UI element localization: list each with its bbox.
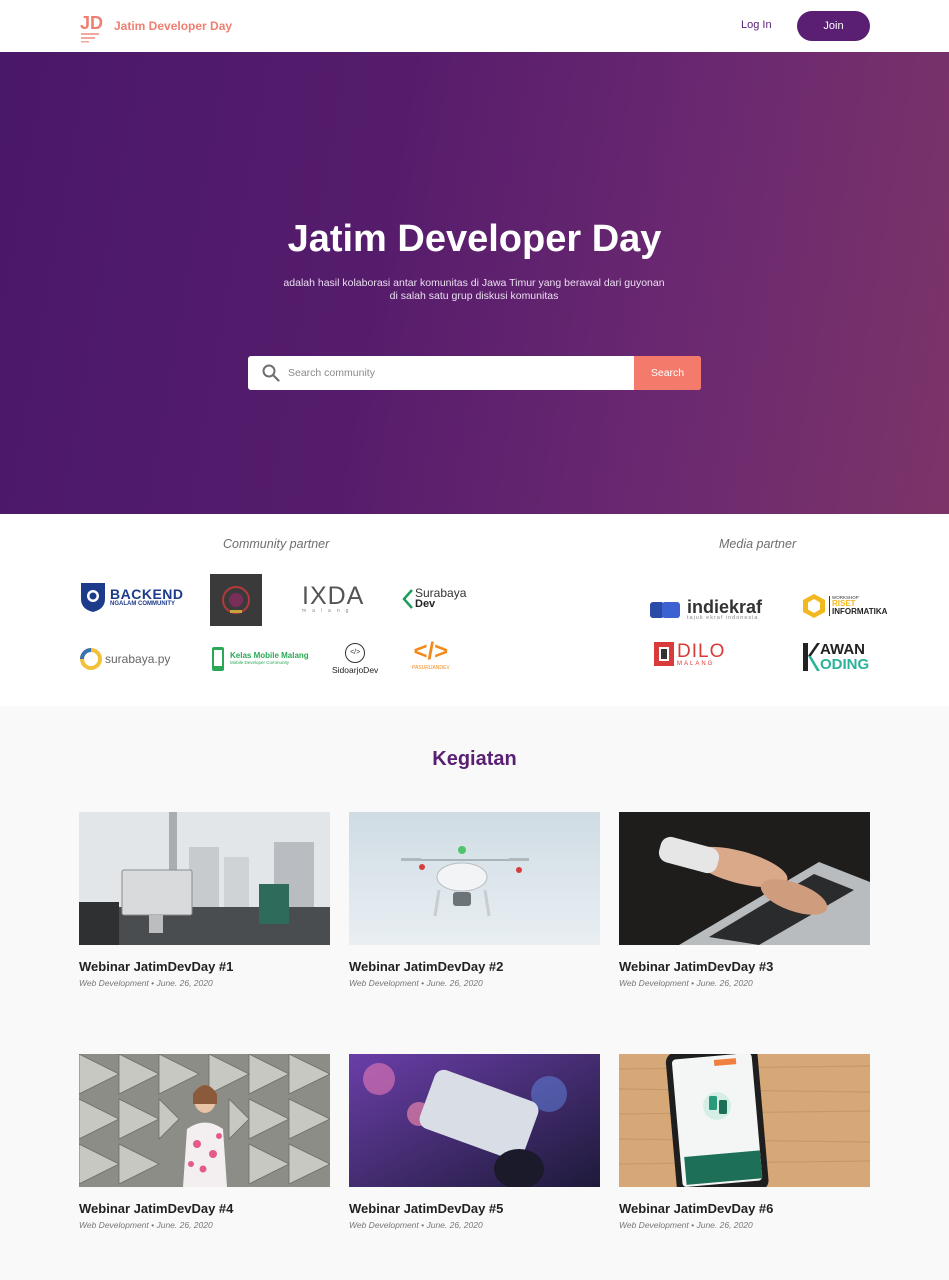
hero-subtitle: adalah hasil kolaborasi antar komunitas … [274,277,674,303]
event-meta: Web Development • June. 26, 2020 [619,1220,753,1230]
phone-icon [212,647,224,671]
kawan-koding-logo[interactable]: AWAN ODING [802,642,869,672]
indiekraf-icon [650,601,680,618]
kegiatan-title: Kegiatan [432,748,517,770]
kawan-logo-text: AWAN [820,641,865,658]
search-input[interactable] [288,356,633,390]
code-brackets-icon: </> [413,638,449,665]
sidoarjo-dev-logo-text: SidoarjoDev [332,665,379,675]
event-meta: Web Development • June. 26, 2020 [79,978,213,988]
join-button[interactable]: Join [797,11,870,41]
hexagon-icon [803,594,825,618]
event-meta: Web Development • June. 26, 2020 [79,1220,213,1230]
event-title[interactable]: Webinar JatimDevDay #2 [349,959,600,974]
code-icon: </> [345,643,366,663]
search-button[interactable]: Search [634,356,701,390]
event-title[interactable]: Webinar JatimDevDay #1 [79,959,330,974]
hero-title: Jatim Developer Day [287,218,662,260]
hero-subtitle-line-2: di salah satu grup diskusi komunitas [389,290,559,302]
ixda-malang-logo[interactable]: IXDA malang [302,584,364,614]
brand-name: Jatim Developer Day [114,19,233,33]
event-thumbnail-office[interactable] [79,812,330,945]
login-link[interactable]: Log In [741,19,772,31]
surabaya-dev-logo[interactable]: Surabaya Dev [402,587,466,610]
event-thumbnail-phone-bokeh[interactable] [349,1054,600,1187]
chevron-left-icon [402,588,413,609]
event-thumbnail-drone[interactable] [349,812,600,945]
event-meta: Web Development • June. 26, 2020 [349,1220,483,1230]
indiekraf-logo-text: indiekraf [687,597,763,617]
event-card[interactable]: Webinar JatimDevDay #2 Web Development •… [349,812,600,988]
event-meta: Web Development • June. 26, 2020 [349,978,483,988]
kelas-mobile-malang-logo[interactable]: Kelas Mobile Malang Mobile Developer Com… [210,646,309,672]
indiekraf-logo[interactable]: indiekraf tajuk ekraf indonesia [650,598,762,622]
search-bar: Search [248,356,701,390]
event-card[interactable]: Webinar JatimDevDay #3 Web Development •… [619,812,870,988]
event-title[interactable]: Webinar JatimDevDay #3 [619,959,870,974]
hero-subtitle-line-1: adalah hasil kolaborasi antar komunitas … [283,277,665,289]
event-thumbnail-phone-wood[interactable] [619,1054,870,1187]
backend-logo-text: BACKEND [110,586,184,602]
dilo-logo-text: DILO [677,640,726,662]
informatika-logo-text: INFORMATIKA [832,607,888,617]
event-meta: Web Development • June. 26, 2020 [619,978,753,988]
event-title[interactable]: Webinar JatimDevDay #6 [619,1201,870,1216]
backend-ngalam-logo[interactable]: BACKEND NGALAM COMMUNITY [79,581,184,613]
partners-section: Community partner Media partner BACKEND … [0,514,949,706]
backend-logo-subtext: NGALAM COMMUNITY [110,601,175,607]
brand-logo[interactable]: JD Jatim Developer Day [79,9,232,43]
jd-logo-icon: JD [79,9,105,43]
surabaya-py-logo[interactable]: surabaya.py [80,648,170,670]
emblem-icon [222,586,250,614]
surabaya-py-logo-text: surabaya.py [105,652,171,666]
event-thumbnail-person[interactable] [79,1054,330,1187]
koding-logo-text: ODING [820,656,870,673]
event-title[interactable]: Webinar JatimDevDay #5 [349,1201,600,1216]
hero-section: Jatim Developer Day adalah hasil kolabor… [0,52,949,514]
pasuruan-dev-logo[interactable]: </> PASURUANDEV [412,638,450,672]
k-letter-icon [803,643,820,671]
lion-icon [81,583,105,612]
top-navbar: JD Jatim Developer Day Log In Join [0,0,949,52]
event-card[interactable]: Webinar JatimDevDay #4 Web Development •… [79,1054,330,1230]
dilo-malang-logo[interactable]: DILO MALANG [653,641,725,667]
python-icon [80,648,102,670]
event-card[interactable]: Webinar JatimDevDay #1 Web Development •… [79,812,330,988]
dilo-icon [654,642,674,666]
ixda-logo-text: IXDA [302,582,365,610]
svg-text:JD: JD [80,13,103,33]
media-partner-title: Media partner [719,537,797,551]
surabaya-dev-logo-subtext: Dev [415,598,436,610]
kelas-mobile-logo-subtext: Mobile Developer Community [230,659,290,665]
event-card[interactable]: Webinar JatimDevDay #6 Web Development •… [619,1054,870,1230]
community-partner-title: Community partner [223,537,330,551]
sidoarjo-dev-logo[interactable]: </> SidoarjoDev [332,643,378,675]
kegiatan-section: Kegiatan Webinar JatimDevDay #1 Web Deve… [0,706,949,1280]
workshop-riset-informatika-logo[interactable]: WORKSHOP RISET INFORMATIKA [802,593,887,619]
event-card[interactable]: Webinar JatimDevDay #5 Web Development •… [349,1054,600,1230]
indiekraf-logo-subtext: tajuk ekraf indonesia [687,615,759,621]
event-title[interactable]: Webinar JatimDevDay #4 [79,1201,330,1216]
community-badge-logo[interactable] [210,574,262,626]
event-thumbnail-laptop[interactable] [619,812,870,945]
pasuruan-dev-logo-text: PASURUANDEV [412,665,450,671]
search-icon [262,364,280,382]
